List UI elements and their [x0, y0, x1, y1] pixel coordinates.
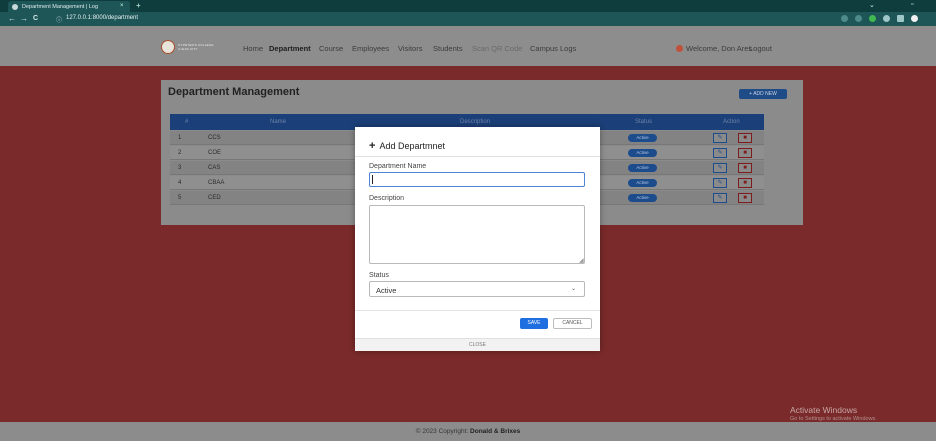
nav-employees[interactable]: Employees [352, 44, 389, 53]
column-header-status: Status [635, 119, 653, 125]
activate-windows-subtitle: Go to Settings to activate Windows. [790, 416, 877, 422]
tab-close-icon[interactable]: × [120, 3, 124, 9]
nav-students[interactable]: Students [433, 44, 463, 53]
browser-tab[interactable]: Department Management | Log × [8, 1, 130, 12]
description-textarea[interactable] [369, 205, 585, 264]
status-select[interactable]: Active [369, 281, 585, 297]
modal-title: + Add Departmnet [369, 140, 445, 152]
modal-header-divider [355, 156, 600, 157]
minimize-icon[interactable]: ⌄ [869, 1, 875, 9]
copyright-owner: Donald & Brixes [470, 428, 521, 435]
app-navbar [0, 26, 936, 66]
college-logo[interactable] [161, 40, 175, 54]
favicon-icon [12, 4, 18, 10]
edit-icon[interactable]: ✎ [713, 133, 727, 143]
welcome-text: Welcome, Don Ares [686, 44, 753, 53]
row-name: CBAA [208, 180, 225, 186]
edit-icon[interactable]: ✎ [713, 148, 727, 158]
row-number: 1 [178, 135, 182, 141]
edit-icon[interactable]: ✎ [713, 193, 727, 203]
row-name: COE [208, 150, 222, 156]
new-tab-icon[interactable]: + [136, 1, 141, 10]
nav-department[interactable]: Department [269, 44, 311, 53]
nav-home[interactable]: Home [243, 44, 263, 53]
department-name-label: Department Name [369, 163, 427, 170]
nav-visitors[interactable]: Visitors [398, 44, 422, 53]
activate-windows-title: Activate Windows [790, 405, 858, 415]
add-new-button[interactable]: + ADD NEW [739, 89, 787, 99]
back-icon[interactable]: ← [8, 14, 16, 23]
modal-footer-divider [355, 310, 600, 311]
url-field[interactable]: 127.0.0.1:8000/department [66, 15, 138, 21]
status-badge: Active [628, 194, 657, 202]
logout-link[interactable]: Logout [749, 44, 772, 53]
page-title: Department Management [168, 86, 300, 98]
user-avatar-icon [676, 45, 683, 52]
row-number: 3 [178, 165, 182, 171]
status-badge: Active [628, 164, 657, 172]
column-header-number: # [185, 119, 189, 125]
bookmark-star-icon[interactable] [855, 15, 862, 22]
nav-course[interactable]: Course [319, 44, 343, 53]
nav-campus-logs[interactable]: Campus Logs [530, 44, 576, 53]
share-icon[interactable] [841, 15, 848, 22]
delete-icon[interactable]: ■ [738, 133, 752, 143]
address-bar: ← → C ⓘ 127.0.0.1:8000/department [0, 12, 936, 26]
edit-icon[interactable]: ✎ [713, 163, 727, 173]
column-header-action: Action [723, 119, 740, 125]
description-label: Description [369, 195, 405, 202]
site-info-icon[interactable]: ⓘ [56, 15, 62, 24]
browser-tab-title: Department Management | Log [22, 4, 99, 10]
cancel-button[interactable]: CANCEL [553, 318, 592, 329]
row-number: 5 [178, 195, 182, 201]
department-name-input[interactable] [369, 172, 585, 187]
delete-icon[interactable]: ■ [738, 193, 752, 203]
sidebar-icon[interactable] [897, 15, 904, 22]
browser-tab-bar: Department Management | Log × + ⌄ ▫ [0, 0, 936, 12]
logo-text: ST.PETER'S COLLEGE ILIGAN CITY [178, 43, 214, 51]
nav-scan-qr-code[interactable]: Scan QR Code [472, 44, 522, 53]
profile-avatar-icon[interactable] [911, 15, 918, 22]
save-button[interactable]: SAVE [520, 318, 548, 329]
chevron-down-icon: ⌄ [571, 286, 577, 292]
delete-icon[interactable]: ■ [738, 163, 752, 173]
row-name: CED [208, 195, 221, 201]
extensions-puzzle-icon[interactable] [883, 15, 890, 22]
row-number: 2 [178, 150, 182, 156]
status-badge: Active [628, 149, 657, 157]
maximize-icon[interactable]: ▫ [911, 1, 913, 8]
status-select-value: Active [376, 286, 397, 295]
resize-grip-icon[interactable]: ◢ [579, 257, 584, 264]
copyright-text: © 2023 Copyright: [415, 428, 469, 435]
row-name: CAS [208, 165, 221, 171]
delete-icon[interactable]: ■ [738, 148, 752, 158]
text-cursor [372, 175, 373, 184]
plus-icon: + [369, 140, 376, 152]
status-badge: Active [628, 179, 657, 187]
modal-title-text: Add Departmnet [379, 141, 445, 151]
status-label: Status [369, 272, 389, 279]
status-badge: Active [628, 134, 657, 142]
delete-icon[interactable]: ■ [738, 178, 752, 188]
reload-icon[interactable]: C [33, 15, 38, 22]
column-header-name: Name [270, 119, 287, 125]
forward-icon[interactable]: → [20, 14, 28, 23]
footer-copyright: © 2023 Copyright: Donald & Brixes [0, 428, 936, 435]
edit-icon[interactable]: ✎ [713, 178, 727, 188]
row-name: CCS [208, 135, 221, 141]
column-header-description: Description [460, 119, 491, 125]
close-button[interactable]: CLOSE [355, 338, 600, 351]
extension-icon[interactable] [869, 15, 876, 22]
row-number: 4 [178, 180, 182, 186]
